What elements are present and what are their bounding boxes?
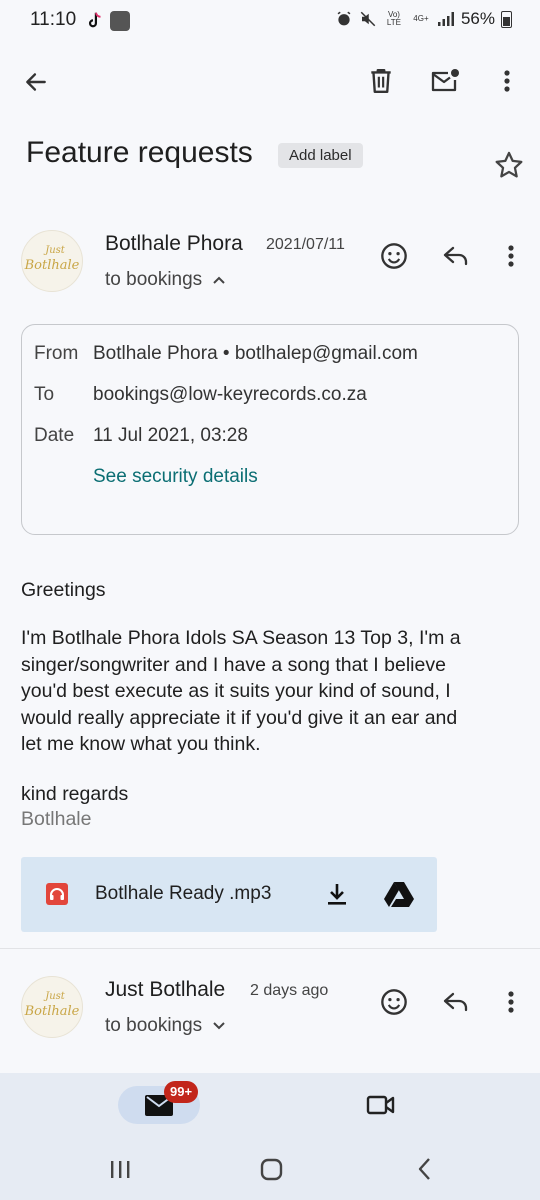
battery-icon [501, 10, 512, 28]
security-details-link[interactable]: See security details [93, 466, 258, 488]
status-bar: 11:10 Vo) LTE 4G+ 56% [0, 0, 540, 40]
from-value: Botlhale Phora • botlhalep@gmail.com [93, 343, 418, 364]
sender-name: Botlhale Phora [105, 232, 243, 255]
svg-text:Botlhale: Botlhale [24, 1004, 80, 1019]
star-icon [495, 151, 523, 178]
download-icon [328, 884, 346, 905]
greeting-text: Greetings [21, 579, 106, 601]
video-icon [366, 1095, 395, 1115]
status-time: 11:10 [30, 9, 77, 30]
google-drive-icon [384, 882, 414, 907]
mail-unread-icon [431, 69, 459, 92]
body-line: you'd best execute as it suits your kind… [21, 680, 451, 702]
react-button[interactable] [372, 234, 416, 278]
battery-percent: 56% [460, 9, 495, 28]
alarm-icon [337, 11, 351, 26]
chevron-up-icon [213, 276, 225, 284]
attachment-filename: Botlhale Ready .mp3 [95, 883, 272, 904]
reply-icon [443, 992, 468, 1012]
chevron-down-icon [213, 1022, 225, 1030]
from-label: From [34, 343, 79, 364]
sender-avatar[interactable]: Just Botlhale [21, 976, 83, 1038]
emoji-icon [381, 243, 407, 269]
to-value: bookings@low-keyrecords.co.za [93, 384, 367, 405]
tiktok-icon [88, 12, 101, 28]
app-notification-icon [110, 11, 130, 31]
nav-meet-tab[interactable] [359, 1083, 403, 1127]
home-icon [260, 1158, 283, 1181]
sender-name: Just Botlhale [105, 978, 226, 1001]
home-button[interactable] [251, 1151, 291, 1187]
to-line: to bookings [105, 269, 203, 290]
to-label: To [34, 384, 55, 405]
unread-badge: 99+ [164, 1081, 199, 1103]
emoji-icon [381, 989, 407, 1015]
subject-title: Feature requests [26, 136, 253, 169]
recipients-toggle[interactable]: to bookings [105, 1015, 226, 1037]
audio-file-icon [46, 883, 68, 905]
sender-avatar[interactable]: Just Botlhale [21, 230, 83, 292]
svg-text:Just: Just [43, 245, 66, 256]
recents-icon [111, 1161, 130, 1178]
more-options-button[interactable] [485, 59, 529, 103]
message-more-button[interactable] [489, 980, 533, 1024]
signoff-text: kind regards [21, 783, 129, 805]
date-value: 11 Jul 2021, 03:28 [93, 425, 248, 446]
to-line: to bookings [105, 1015, 203, 1036]
status-indicators: Vo) LTE 4G+ 56% [335, 9, 512, 29]
body-line: singer/songwriter and I have a song that… [21, 653, 446, 676]
download-button[interactable] [315, 872, 359, 916]
recent-apps-button[interactable] [100, 1151, 140, 1187]
more-vert-icon [508, 991, 514, 1013]
chevron-left-icon [418, 1158, 430, 1180]
delete-button[interactable] [359, 59, 403, 103]
body-line: I'm Botlhale Phora Idols SA Season 13 To… [21, 627, 461, 649]
svg-text:Botlhale: Botlhale [24, 258, 80, 273]
star-button[interactable] [492, 148, 526, 182]
mark-unread-button[interactable] [423, 59, 467, 103]
message-body: I'm Botlhale Phora Idols SA Season 13 To… [21, 625, 531, 758]
signal-icon [437, 12, 454, 26]
body-line: would really appreciate it if you'd give… [21, 706, 458, 729]
body-line: let me know what you think. [21, 733, 261, 755]
more-vert-icon [504, 70, 510, 92]
trash-icon [371, 69, 391, 93]
reply-button[interactable] [434, 980, 478, 1024]
signature-text: Botlhale [21, 808, 92, 830]
message-more-button[interactable] [489, 234, 533, 278]
mute-icon [360, 11, 376, 27]
avatar-logo: Just Botlhale [24, 991, 80, 1019]
system-back-button[interactable] [405, 1151, 445, 1187]
recipients-toggle[interactable]: to bookings [105, 269, 226, 291]
attachment-card[interactable]: Botlhale Ready .mp3 [21, 857, 437, 932]
avatar-logo: Just Botlhale [24, 245, 80, 273]
reply-button[interactable] [434, 234, 478, 278]
react-button[interactable] [372, 980, 416, 1024]
more-vert-icon [508, 245, 514, 267]
message-details-box: From Botlhale Phora • botlhalep@gmail.co… [21, 324, 519, 535]
svg-text:Just: Just [43, 991, 66, 1002]
arrow-left-icon [26, 73, 46, 91]
add-label-chip[interactable]: Add label [278, 143, 363, 168]
message-divider [0, 948, 540, 949]
network-type: 4G+ [413, 14, 429, 23]
message-date: 2 days ago [250, 982, 329, 999]
date-label: Date [34, 425, 75, 446]
volte-indicator: Vo) LTE [386, 10, 401, 27]
message-date: 2021/07/11 [266, 236, 345, 253]
back-button[interactable] [14, 60, 58, 104]
save-to-drive-button[interactable] [377, 872, 421, 916]
reply-icon [443, 246, 468, 266]
